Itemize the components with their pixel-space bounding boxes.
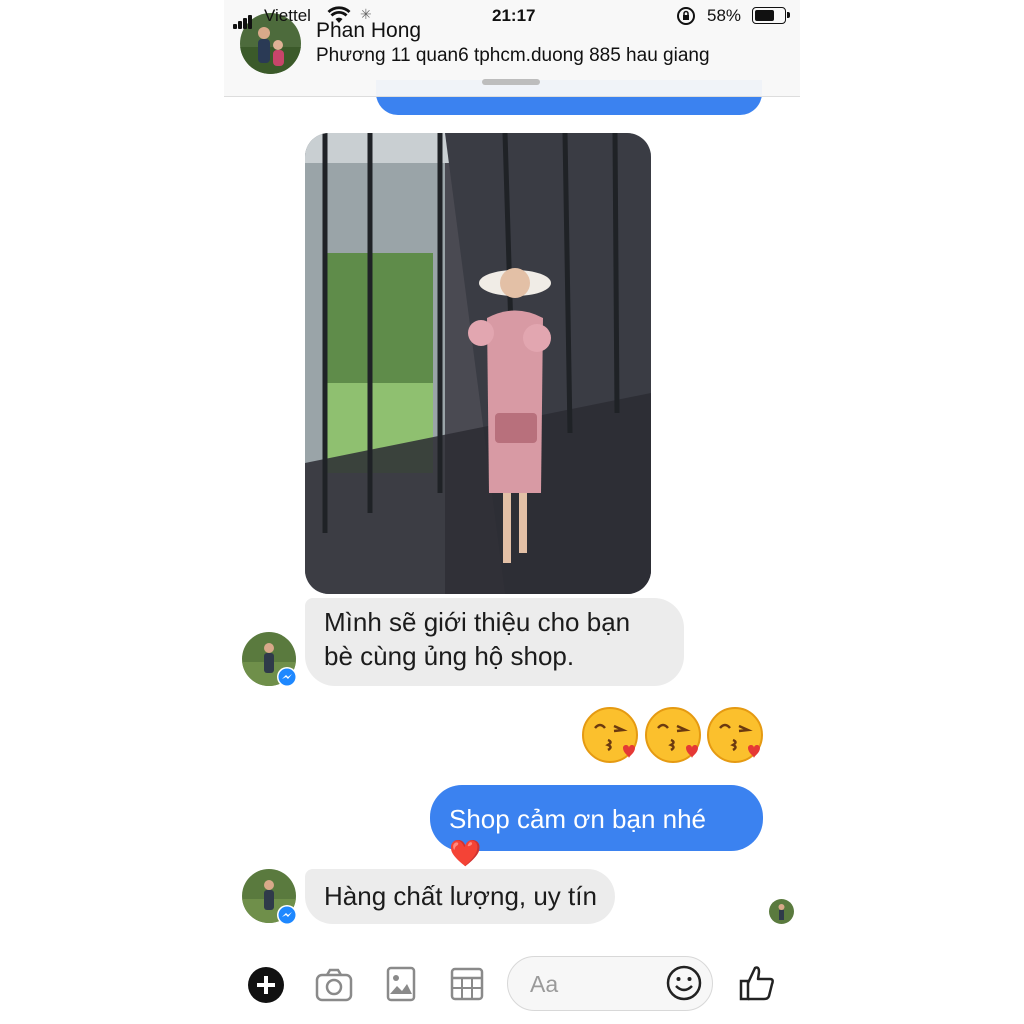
thumbs-up-icon[interactable] xyxy=(739,964,775,1007)
sticker-grid-icon[interactable] xyxy=(450,967,484,1006)
composer-bar: Aa xyxy=(224,946,800,1024)
status-bar: Viettel ✳ 21:17 58% xyxy=(224,0,800,30)
signal-icon xyxy=(233,9,253,29)
messenger-badge-icon xyxy=(277,905,297,925)
smile-icon[interactable] xyxy=(666,965,702,1006)
photo-message[interactable] xyxy=(305,133,651,594)
kiss-emoji-icon[interactable] xyxy=(706,706,764,764)
kiss-emoji-icon[interactable] xyxy=(644,706,702,764)
plus-icon[interactable] xyxy=(247,966,285,1009)
message-input-placeholder: Aa xyxy=(530,971,559,997)
message-input[interactable]: Aa xyxy=(507,956,713,1011)
incoming-message-bubble[interactable]: Hàng chất lượng, uy tín xyxy=(305,869,615,924)
clock: 21:17 xyxy=(492,6,536,25)
incoming-message-bubble[interactable]: Mình sẽ giới thiệu cho bạn bè cùng ủng h… xyxy=(305,598,684,686)
messenger-screen: Phan Hong Phương 11 quan6 tphcm.duong 88… xyxy=(224,0,800,1024)
image-icon[interactable] xyxy=(386,966,416,1007)
battery-percent: 58% xyxy=(707,6,742,25)
camera-icon[interactable] xyxy=(315,968,353,1007)
outgoing-message-bubble[interactable]: Shop cảm ơn bạn nhé ❤️ xyxy=(430,785,763,868)
activity-spinner-icon: ✳ xyxy=(360,6,372,22)
kiss-emoji-icon[interactable] xyxy=(581,706,639,764)
battery-icon xyxy=(752,7,790,24)
carrier-label: Viettel xyxy=(264,6,311,25)
rotation-lock-icon xyxy=(676,6,696,31)
seen-avatar xyxy=(769,899,794,924)
photo-woman-pink-dress-icon xyxy=(305,133,651,594)
messenger-badge-icon xyxy=(277,667,297,687)
wifi-icon xyxy=(327,6,351,29)
contact-subtitle: Phương 11 quan6 tphcm.duong 885 hau gian… xyxy=(316,45,710,66)
drag-handle[interactable] xyxy=(482,79,540,85)
